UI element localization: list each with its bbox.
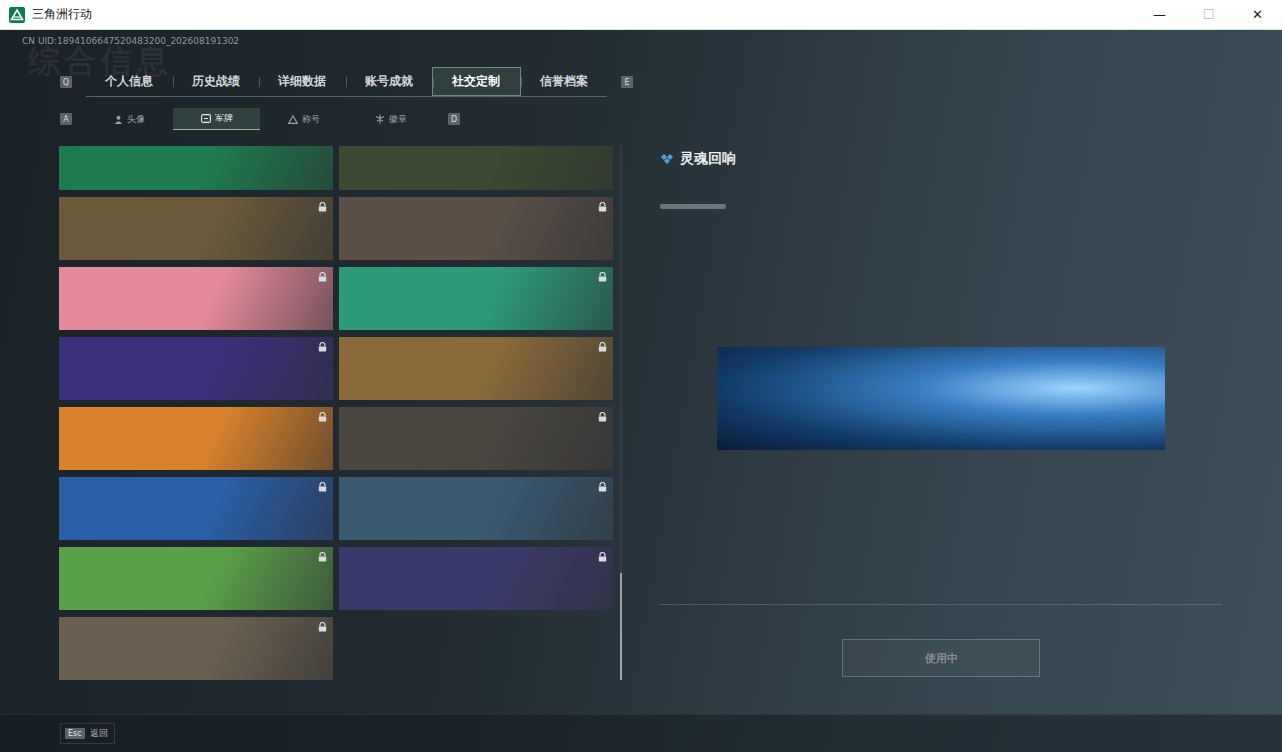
window-control[interactable]: — xyxy=(1135,0,1184,29)
scroll-thumb[interactable] xyxy=(620,573,622,680)
card-list xyxy=(59,146,613,680)
blurred-subtitle xyxy=(660,204,726,209)
lock-icon xyxy=(318,622,327,632)
dogtag-card[interactable] xyxy=(59,267,333,330)
subtab[interactable]: 头像 xyxy=(86,108,173,130)
dogtag-card[interactable] xyxy=(339,197,613,260)
lock-icon xyxy=(598,202,607,212)
app-window: 三角洲行动 —☐✕综合信息CN UID:1894106647520483200_2… xyxy=(0,0,1282,752)
use-button: 使用中 xyxy=(842,639,1040,677)
dogtag-card[interactable] xyxy=(59,407,333,470)
dogtag-card[interactable] xyxy=(59,197,333,260)
dogtag-card[interactable] xyxy=(339,547,613,610)
lock-icon xyxy=(318,552,327,562)
footer-bar: Esc返回 xyxy=(0,714,1282,752)
lock-icon xyxy=(318,272,327,282)
badge-icon xyxy=(375,114,385,124)
lock-icon xyxy=(598,412,607,422)
diamond-icon xyxy=(660,153,674,165)
lock-icon xyxy=(318,412,327,422)
dogtag-card[interactable] xyxy=(339,267,613,330)
prev-tab-key[interactable]: Q xyxy=(60,76,72,88)
divider xyxy=(660,604,1222,605)
dogtag-card[interactable] xyxy=(59,547,333,610)
triangle-icon xyxy=(288,115,298,124)
detail-panel: 灵魂回响使用中 xyxy=(660,146,1222,680)
uid-label: CN UID:1894106647520483200_202608191302 xyxy=(0,30,1282,47)
next-subtab-key[interactable]: D xyxy=(448,113,460,125)
esc-key: Esc xyxy=(65,728,85,739)
subtab-bar: A 头像军牌称号徽章 D xyxy=(60,108,460,130)
scrollbar[interactable] xyxy=(620,146,622,680)
back-button[interactable]: Esc返回 xyxy=(60,723,115,744)
dogtag-card[interactable] xyxy=(339,146,613,190)
lock-icon xyxy=(598,552,607,562)
dogtag-card[interactable] xyxy=(339,407,613,470)
subtab[interactable]: 徽章 xyxy=(347,108,434,130)
tab[interactable]: 个人信息 xyxy=(86,67,173,96)
person-icon xyxy=(114,115,123,124)
detail-title: 灵魂回响 xyxy=(680,150,736,168)
window-title: 三角洲行动 xyxy=(32,6,92,23)
tab[interactable]: 账号成就 xyxy=(346,67,433,96)
lock-icon xyxy=(318,342,327,352)
tab[interactable]: 详细数据 xyxy=(259,67,346,96)
lock-icon xyxy=(598,482,607,492)
dogtag-card[interactable] xyxy=(59,617,333,680)
lock-icon xyxy=(598,342,607,352)
window-control: ☐ xyxy=(1184,0,1233,29)
dogtag-card[interactable] xyxy=(59,337,333,400)
next-tab-key[interactable]: E xyxy=(621,76,633,88)
dogtag-card[interactable] xyxy=(339,477,613,540)
dogtag-card[interactable] xyxy=(59,146,333,190)
lock-icon xyxy=(318,202,327,212)
logo-icon xyxy=(9,7,25,23)
lock-icon xyxy=(318,482,327,492)
tab-bar: Q 个人信息历史战绩详细数据账号成就社交定制信誉档案 E xyxy=(60,67,633,97)
window-control[interactable]: ✕ xyxy=(1233,0,1282,29)
lock-icon xyxy=(598,272,607,282)
dogtag-icon xyxy=(201,114,211,123)
tab[interactable]: 信誉档案 xyxy=(521,67,608,96)
tab[interactable]: 社交定制 xyxy=(432,67,521,96)
prev-subtab-key[interactable]: A xyxy=(60,113,72,125)
main-area: 综合信息CN UID:1894106647520483200_202608191… xyxy=(0,30,1282,752)
title-bar: 三角洲行动 —☐✕ xyxy=(0,0,1282,30)
subtab[interactable]: 军牌 xyxy=(173,108,260,130)
dogtag-card[interactable] xyxy=(59,477,333,540)
dogtag-preview xyxy=(717,347,1165,450)
tab[interactable]: 历史战绩 xyxy=(173,67,260,96)
subtab[interactable]: 称号 xyxy=(260,108,347,130)
dogtag-card[interactable] xyxy=(339,337,613,400)
